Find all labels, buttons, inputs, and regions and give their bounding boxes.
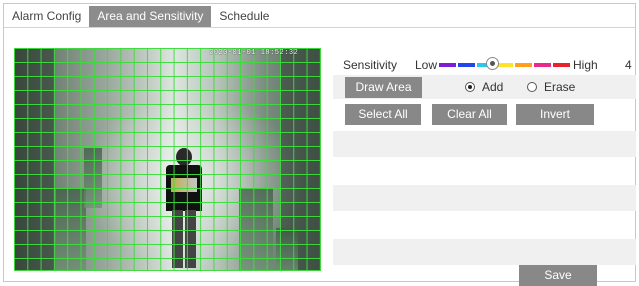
slider-knob[interactable] xyxy=(485,57,499,70)
invert-button[interactable]: Invert xyxy=(516,104,594,125)
erase-radio-option[interactable]: Erase xyxy=(527,79,575,94)
sensitivity-high-label: High xyxy=(573,58,598,72)
camera-preview[interactable]: 2020-01-01 18:52:32 xyxy=(14,48,321,271)
sensitivity-segment-2 xyxy=(458,63,475,67)
add-radio-option[interactable]: Add xyxy=(465,79,503,94)
row-stripe-3 xyxy=(333,239,636,265)
tab-schedule[interactable]: Schedule xyxy=(211,6,277,27)
clear-all-button[interactable]: Clear All xyxy=(432,104,507,125)
sensitivity-segment-1 xyxy=(439,63,456,67)
add-radio[interactable] xyxy=(465,81,475,92)
tab-alarm-config[interactable]: Alarm Config xyxy=(3,6,89,27)
select-all-button[interactable]: Select All xyxy=(345,104,421,125)
sensitivity-label: Sensitivity xyxy=(343,58,398,72)
tab-bar: Alarm Config Area and Sensitivity Schedu… xyxy=(3,6,277,27)
sensitivity-segment-5 xyxy=(515,63,532,67)
draw-area-button[interactable]: Draw Area xyxy=(345,77,422,98)
sensitivity-segment-6 xyxy=(534,63,551,67)
add-label: Add xyxy=(482,79,504,94)
sensitivity-row: Sensitivity Low High 4 xyxy=(343,57,636,73)
sensitivity-value: 4 xyxy=(625,58,632,72)
sensitivity-segment-7 xyxy=(553,63,570,67)
save-button[interactable]: Save xyxy=(519,265,597,286)
sensitivity-slider[interactable] xyxy=(439,57,572,70)
motion-area-grid[interactable] xyxy=(14,48,321,271)
osd-timestamp: 2020-01-01 18:52:32 xyxy=(209,49,299,57)
row-stripe-1 xyxy=(333,131,636,157)
tab-area-and-sensitivity[interactable]: Area and Sensitivity xyxy=(89,6,212,27)
erase-label: Erase xyxy=(544,79,576,94)
sensitivity-low-label: Low xyxy=(415,58,438,72)
row-stripe-2 xyxy=(333,185,636,211)
tab-divider xyxy=(4,27,635,28)
erase-radio[interactable] xyxy=(527,81,537,92)
